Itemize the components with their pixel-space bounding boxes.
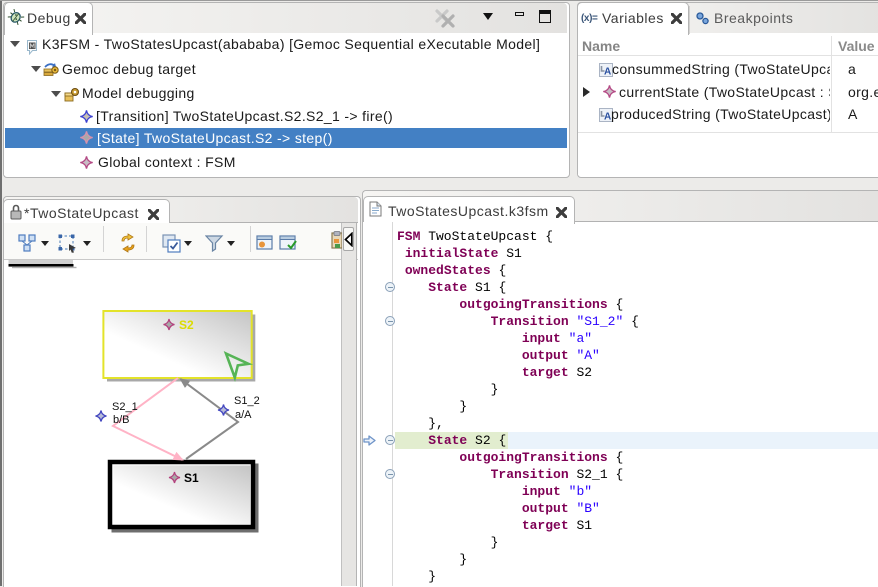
svg-text:A: A [604,67,611,78]
